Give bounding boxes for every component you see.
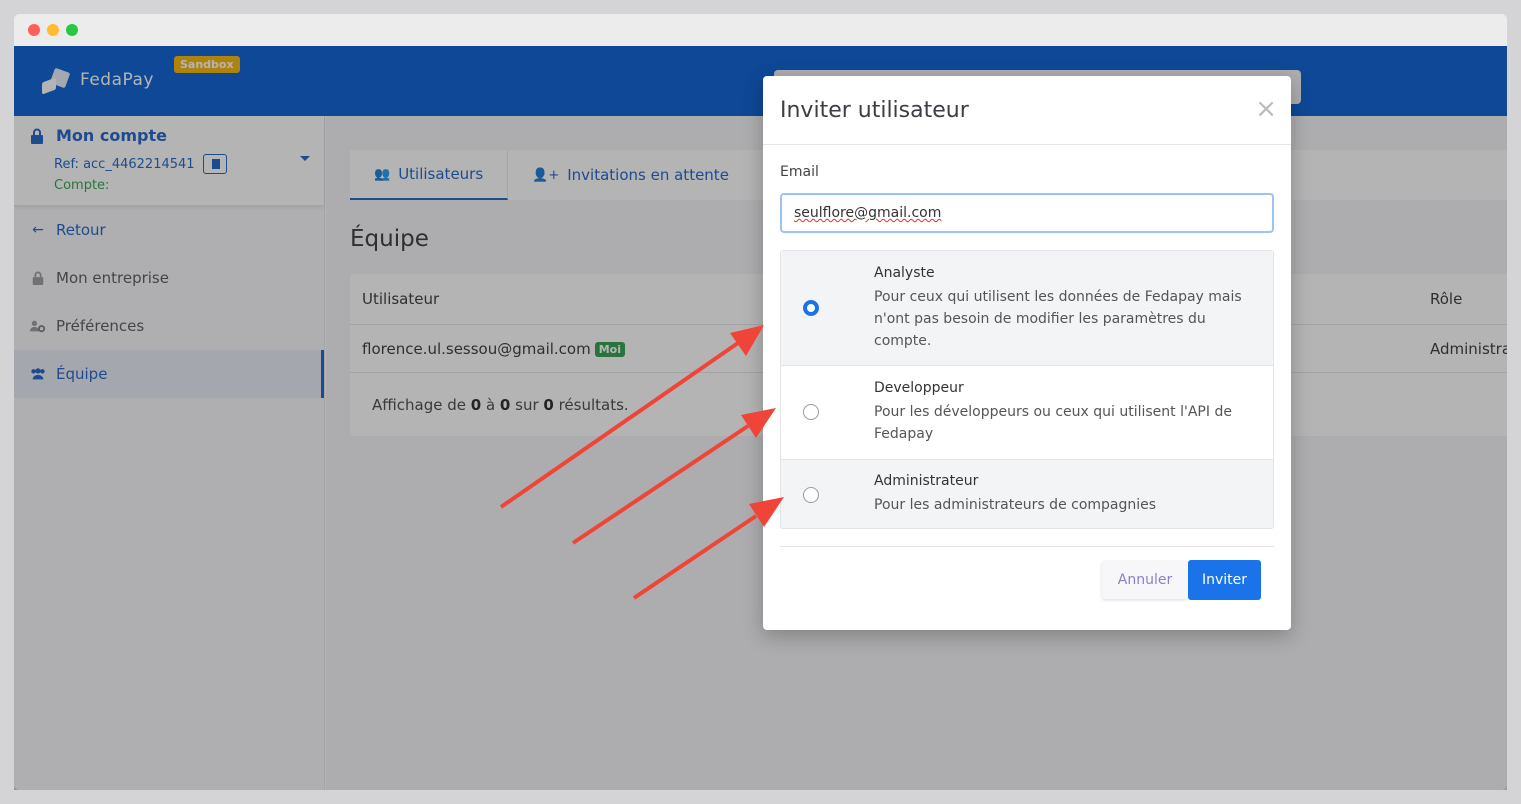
email-field[interactable]: seulflore@gmail.com	[780, 193, 1274, 233]
close-icon[interactable]: ×	[1255, 94, 1277, 124]
role-option-developpeur[interactable]: Developpeur Pour les développeurs ou ceu…	[781, 366, 1273, 459]
modal-title: Inviter utilisateur	[780, 98, 969, 123]
maximize-window-button[interactable]	[66, 24, 78, 36]
radio-developpeur[interactable]	[803, 404, 819, 420]
role-option-analyste[interactable]: Analyste Pour ceux qui utilisent les don…	[781, 251, 1273, 366]
invite-user-modal: Inviter utilisateur × Email seulflore@gm…	[763, 76, 1291, 630]
cancel-button[interactable]: Annuler	[1102, 561, 1188, 599]
invite-button[interactable]: Inviter	[1188, 560, 1261, 600]
radio-administrateur[interactable]	[803, 487, 819, 503]
close-window-button[interactable]	[28, 24, 40, 36]
minimize-window-button[interactable]	[47, 24, 59, 36]
role-option-administrateur[interactable]: Administrateur Pour les administrateurs …	[781, 459, 1273, 528]
window-chrome	[14, 14, 1507, 46]
email-label: Email	[780, 164, 819, 180]
radio-analyste[interactable]	[803, 300, 819, 316]
role-options: Analyste Pour ceux qui utilisent les don…	[780, 250, 1274, 529]
